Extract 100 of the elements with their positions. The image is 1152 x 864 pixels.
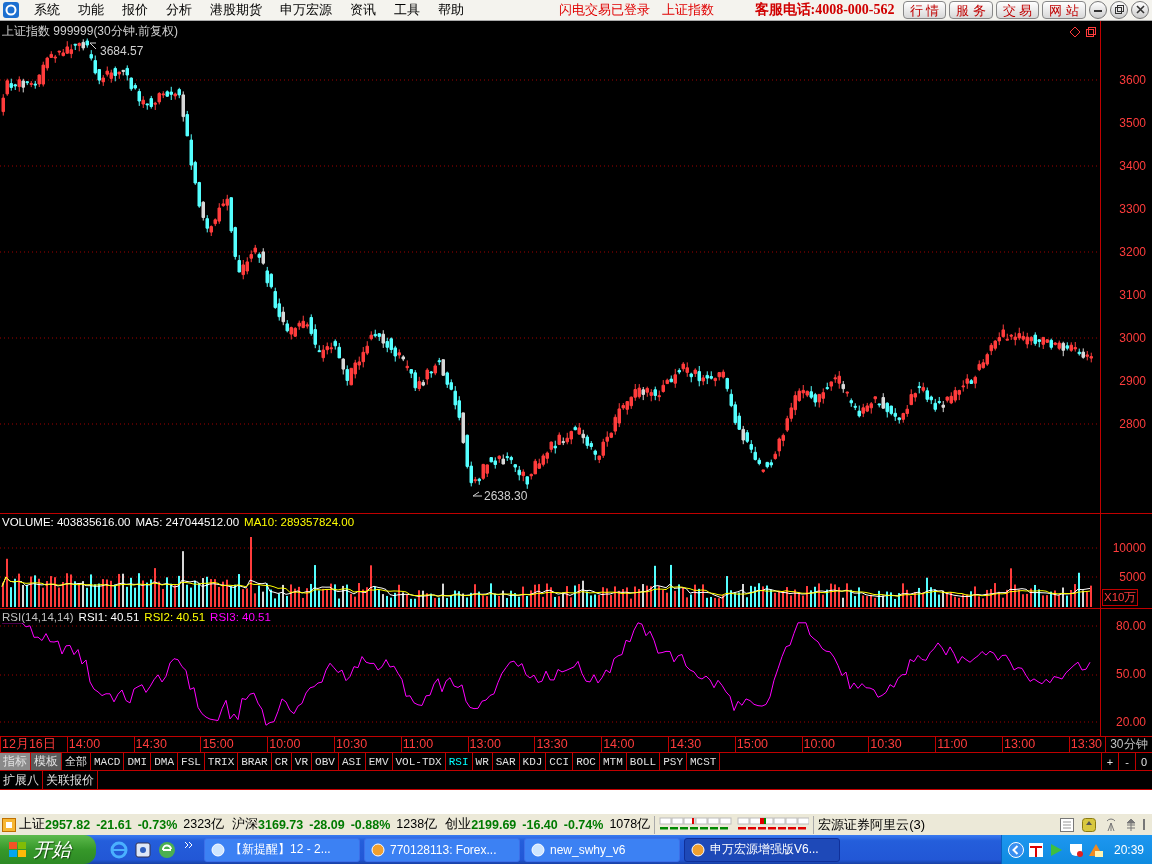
hotline-text: 客服电话:4008-000-562: [754, 1, 895, 19]
chevron-left-icon[interactable]: [1007, 841, 1024, 858]
notepad-icon[interactable]: [1060, 817, 1074, 832]
index-turnover: 2323亿: [183, 816, 225, 834]
nav-button[interactable]: 服 务: [949, 1, 993, 19]
menu-item[interactable]: 报价: [113, 1, 157, 19]
antenna-icon[interactable]: [1104, 817, 1118, 832]
broker-name: 宏源证券阿里云(3): [818, 815, 926, 834]
taskbar-button[interactable]: 【新提醒】12 - 2...: [204, 837, 360, 862]
menu-item[interactable]: 分析: [157, 1, 201, 19]
index-turnover: 1238亿: [396, 816, 438, 834]
time-axis-label: 11:00: [400, 737, 468, 753]
axis-tick-label: 20.00: [1115, 715, 1146, 729]
axis-tick-label: 50.00: [1115, 667, 1146, 681]
nav-button[interactable]: 网 站: [1042, 1, 1086, 19]
axis-tick-label: 3500: [1119, 116, 1146, 130]
taskbar-button[interactable]: 770128113: Forex...: [364, 837, 520, 862]
index-name: 沪深: [232, 816, 259, 834]
taskbar-button[interactable]: new_swhy_v6: [524, 837, 680, 862]
diamond-icon[interactable]: [1069, 26, 1081, 38]
time-axis-label: 10:00: [801, 737, 869, 753]
menu-item[interactable]: 功能: [69, 1, 113, 19]
indicator-tab[interactable]: CCI: [546, 753, 574, 771]
unit-label: X10万: [1102, 589, 1139, 606]
indicator-tab[interactable]: 模板: [31, 753, 62, 771]
taskbar-button[interactable]: 申万宏源增强版V6...: [684, 837, 840, 862]
sub-tab[interactable]: 关联报价: [43, 771, 98, 790]
indicator-tab[interactable]: MTM: [600, 753, 627, 771]
legend-text: RSI2: 40.51: [144, 611, 206, 623]
nav-button[interactable]: 行 情: [902, 1, 947, 19]
legend-text: RSI1: 40.51: [78, 611, 140, 623]
index-name: 创业: [445, 816, 472, 834]
clock-text: 20:39: [1113, 842, 1144, 857]
desktop-icon[interactable]: [134, 840, 152, 859]
time-axis-label: 12月16日: [0, 737, 67, 753]
legend-text: RSI(14,14,14): [2, 611, 74, 623]
restore-icon: [1114, 5, 1124, 15]
indicator-tab[interactable]: VR: [291, 753, 313, 771]
legend-text: MA5: 247044512.00: [135, 516, 240, 528]
legend-text: MA10: 289357824.00: [244, 516, 355, 528]
index-percent: -0.73%: [137, 817, 178, 832]
upload-icon[interactable]: [1082, 817, 1096, 832]
time-axis-label: 14:30: [667, 737, 735, 753]
nav-button[interactable]: 交 易: [995, 1, 1040, 19]
legend-text: RSI3: 40.51: [210, 611, 271, 623]
indicator-tab[interactable]: MCST: [687, 753, 721, 771]
time-axis-label: 11:00: [935, 737, 1002, 753]
expand-icon[interactable]: [2, 817, 16, 832]
high-price-label: 3684.57: [100, 44, 144, 58]
menu-item[interactable]: 帮助: [429, 1, 473, 19]
index-turnover: 1078亿: [609, 816, 651, 834]
time-axis-label: 13:00: [467, 737, 535, 753]
chevron-icon[interactable]: [184, 840, 194, 851]
restore-button[interactable]: [1110, 1, 1128, 19]
menu-item[interactable]: 港股期货: [201, 1, 271, 19]
indicator-tab[interactable]: VOL-TDX: [392, 753, 446, 771]
axis-tick-label: 10000: [1112, 541, 1146, 555]
time-axis-label: 13:30: [1068, 737, 1105, 753]
stack-icon[interactable]: [1126, 817, 1136, 832]
time-axis-label: 10:30: [334, 737, 401, 753]
index-name: 上证: [19, 816, 45, 834]
menu-item[interactable]: 申万宏源: [271, 1, 341, 19]
windows-logo-icon: [8, 840, 28, 859]
indicator-tab[interactable]: OBV: [312, 753, 339, 771]
time-axis-label: 14:30: [133, 737, 201, 753]
period-label[interactable]: 30分钟: [1104, 737, 1152, 753]
status-link[interactable]: 上证指数: [656, 1, 720, 19]
indicator-tab[interactable]: 全部: [62, 753, 91, 771]
index-percent: -0.88%: [350, 817, 391, 832]
menu-item[interactable]: 资讯: [341, 1, 385, 19]
pointer-line: [472, 491, 483, 497]
index-change: -28.09: [309, 817, 345, 832]
sub-tab[interactable]: 扩展八: [0, 771, 43, 790]
pointer-line: [89, 42, 97, 50]
legend-text: VOLUME: 403835616.00: [2, 516, 131, 528]
indicator-tab[interactable]: WR: [472, 753, 493, 771]
indicator-tab[interactable]: MACD: [91, 753, 125, 771]
minimize-button[interactable]: [1089, 1, 1107, 19]
close-icon: [1135, 5, 1145, 15]
chart-title: 上证指数 999999(30分钟.前复权): [2, 23, 179, 40]
index-percent: -0.74%: [563, 817, 604, 832]
index-change: -21.61: [96, 817, 132, 832]
status-link[interactable]: 闪电交易已登录: [553, 1, 656, 19]
axis-tick-label: 80.00: [1115, 619, 1146, 633]
axis-tick-label: 3000: [1119, 331, 1146, 345]
time-axis-label: 13:00: [1001, 737, 1069, 753]
start-button[interactable]: 开始: [0, 835, 96, 864]
index-price: 3169.73: [258, 817, 304, 832]
axis-tick-label: 2900: [1119, 374, 1146, 388]
close-button[interactable]: [1131, 1, 1149, 19]
menu-item[interactable]: 工具: [385, 1, 429, 19]
time-axis-label: 15:00: [200, 737, 268, 753]
axis-tick-label: 5000: [1119, 570, 1146, 584]
time-axis-label: 14:00: [66, 737, 134, 753]
low-price-label: 2638.30: [484, 489, 528, 503]
axis-tick-label: 2800: [1119, 417, 1146, 431]
axis-tick-label: 3100: [1119, 288, 1146, 302]
index-price: 2199.69: [471, 817, 517, 832]
menu-item[interactable]: 系统: [25, 1, 69, 19]
shield-icon[interactable]: [1067, 841, 1084, 858]
